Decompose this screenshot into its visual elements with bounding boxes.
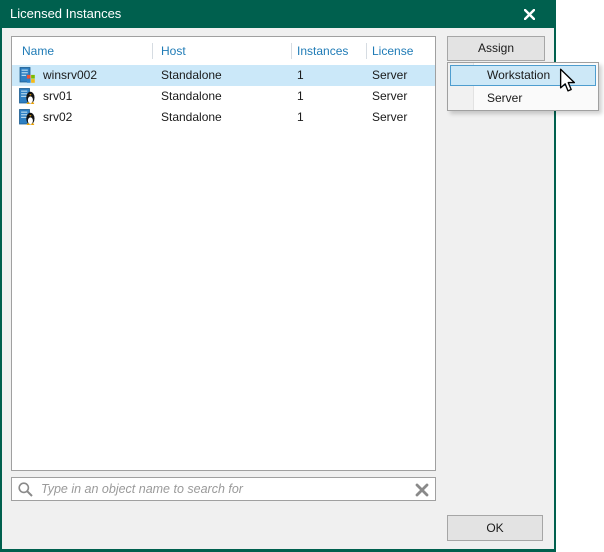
window-title: Licensed Instances (10, 6, 122, 21)
dialog-border-left (0, 0, 2, 552)
licensed-instances-list: Name Host Instances License winsrv002 St… (11, 36, 436, 471)
search-input[interactable] (39, 478, 409, 500)
column-header-name[interactable]: Name (22, 37, 54, 65)
cell-host: Standalone (161, 89, 222, 103)
cell-license: Server (372, 110, 408, 124)
menu-item-workstation[interactable]: Workstation (450, 65, 596, 86)
search-icon (18, 482, 33, 497)
ok-button[interactable]: OK (447, 515, 543, 541)
cell-instances: 1 (297, 110, 304, 124)
cell-name: winsrv002 (43, 68, 98, 82)
cell-name: srv01 (43, 89, 73, 103)
linux-server-icon (19, 109, 35, 125)
column-separator (366, 43, 367, 59)
cell-license: Server (372, 68, 408, 82)
screen: Licensed Instances Name Host Instances L… (0, 0, 604, 552)
cell-name: srv02 (43, 110, 73, 124)
menu-item-server[interactable]: Server (450, 88, 596, 109)
cell-host: Standalone (161, 68, 222, 82)
close-button[interactable] (514, 0, 544, 28)
clear-search-button[interactable] (413, 481, 431, 498)
table-row[interactable]: srv02 Standalone 1 Server (12, 107, 435, 128)
column-header-license[interactable]: License (372, 37, 413, 65)
close-icon (523, 8, 535, 20)
cell-instances: 1 (297, 89, 304, 103)
assign-menu: Workstation Server (447, 62, 599, 111)
windows-server-icon (19, 67, 35, 83)
table-row[interactable]: srv01 Standalone 1 Server (12, 86, 435, 107)
column-separator (291, 43, 292, 59)
cell-instances: 1 (297, 68, 304, 82)
linux-server-icon (19, 88, 35, 104)
search-box (11, 477, 436, 501)
column-separator (152, 43, 153, 59)
column-header-host[interactable]: Host (161, 37, 186, 65)
clear-search-icon (415, 483, 429, 496)
column-header-instances[interactable]: Instances (297, 37, 348, 65)
titlebar: Licensed Instances (0, 0, 556, 28)
cell-host: Standalone (161, 110, 222, 124)
list-header: Name Host Instances License (12, 37, 435, 65)
assign-button[interactable]: Assign (447, 36, 545, 61)
cell-license: Server (372, 89, 408, 103)
table-row[interactable]: winsrv002 Standalone 1 Server (12, 65, 435, 86)
